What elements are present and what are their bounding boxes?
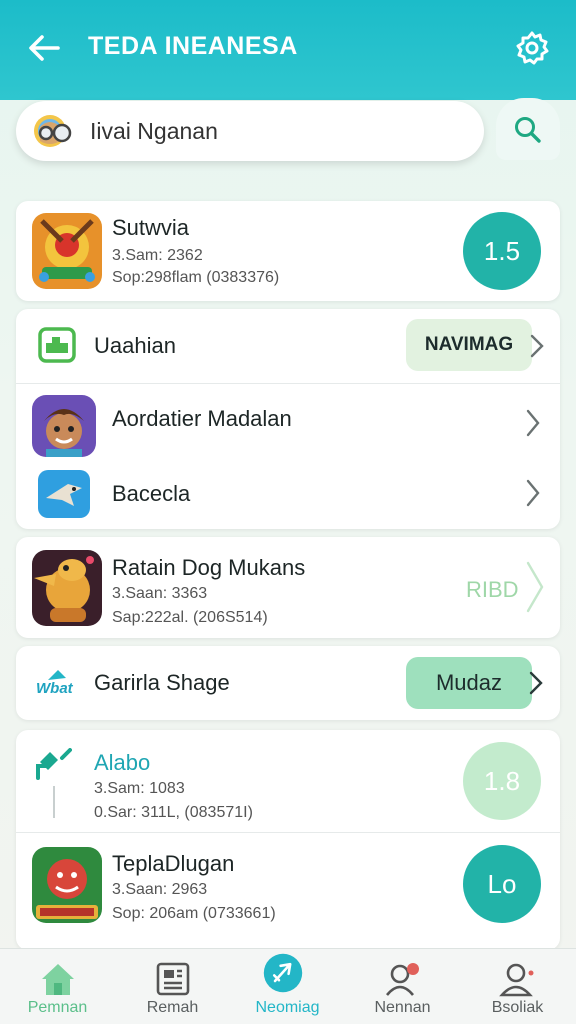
nav-label: Nennan — [374, 999, 431, 1016]
app-name: TeplaDlugan — [112, 851, 235, 876]
app-name: Uaahian — [94, 333, 176, 358]
gear-icon — [516, 31, 549, 65]
bottom-navigation: Pemnan Remah Neomiag Nennan Bsoliak — [0, 948, 576, 1024]
nav-label: Remah — [146, 999, 199, 1016]
rating-circle-button[interactable]: 1.8 — [463, 742, 541, 820]
edit-icon — [36, 748, 72, 824]
rating-circle-button[interactable]: 1.5 — [463, 212, 541, 290]
app-card: Alabo 3.Sam: 1083 0.Sar: 311L, (083571I)… — [16, 730, 560, 950]
app-meta-secondary: 0.Sar: 311L, (083571I) — [94, 804, 253, 821]
rating-circle-button[interactable]: Lo — [463, 845, 541, 923]
app-card: Sutwvia 3.Sam: 2362 Sop:298flam (0383376… — [16, 201, 560, 301]
app-name: Bacecla — [112, 481, 191, 506]
game-icon — [32, 213, 102, 289]
app-meta-primary: 3.Saan: 2963 — [112, 881, 208, 898]
chevron-right-icon — [526, 409, 540, 437]
app-name: Aordatier Madalan — [112, 406, 292, 431]
nav-label: Neomiag — [255, 999, 320, 1016]
search-icon — [515, 117, 541, 143]
nav-label: Bsoliak — [491, 999, 544, 1016]
adventurer-icon — [32, 395, 96, 457]
people-icon — [385, 963, 419, 996]
list-item[interactable]: TeplaDlugan 3.Saan: 2963 Sop: 206am (073… — [16, 833, 560, 943]
settings-button[interactable] — [512, 28, 552, 68]
chevron-right-icon — [530, 334, 544, 358]
nav-tab-home[interactable]: Pemnan — [0, 949, 115, 1024]
page-title: TEDA INEANESA — [88, 32, 298, 60]
news-icon — [156, 962, 190, 996]
chevron-right-icon — [526, 561, 544, 613]
app-card: Uaahian NAVIMAG Aordatier Madalan Bacecl… — [16, 309, 560, 529]
search-button[interactable] — [496, 98, 560, 160]
brand-logo-text: Wbat — [36, 680, 73, 697]
navimag-button[interactable]: NAVIMAG — [406, 319, 532, 371]
mudaz-button[interactable]: Mudaz — [406, 657, 532, 709]
arrow-left-icon — [29, 35, 60, 61]
list-item[interactable]: Sutwvia 3.Sam: 2362 Sop:298flam (0383376… — [16, 201, 560, 301]
app-meta-secondary: Sop: 206am (0733661) — [112, 905, 276, 922]
profile-icon — [499, 963, 534, 997]
chevron-right-icon — [529, 671, 543, 695]
nav-tab-news[interactable]: Remah — [115, 949, 230, 1024]
app-meta-secondary: Sop:298flam (0383376) — [112, 269, 280, 286]
list-item[interactable]: Aordatier Madalan — [16, 384, 560, 457]
nav-tab-profile[interactable]: Bsoliak — [460, 949, 575, 1024]
app-meta-primary: 3.Sam: 1083 — [94, 780, 185, 797]
search-avatar-icon — [32, 111, 74, 151]
list-item[interactable]: Wbat Garirla Shage Mudaz — [16, 646, 560, 720]
home-icon — [42, 964, 74, 995]
nav-tab-rocket[interactable]: Neomiag — [230, 949, 345, 1024]
app-meta-primary: 3.Saan: 3363 — [112, 585, 208, 602]
chevron-right-icon — [526, 479, 540, 507]
app-name: Ratain Dog Mukans — [112, 555, 306, 580]
app-name: Alabo — [94, 750, 151, 775]
list-item[interactable]: Bacecla — [16, 456, 560, 529]
rocket-icon — [263, 953, 303, 993]
app-meta-secondary: Sap:222al. (206S514) — [112, 609, 268, 626]
back-button[interactable] — [24, 28, 64, 68]
app-name: Garirla Shage — [94, 670, 230, 695]
app-meta-primary: 3.Sam: 2362 — [112, 247, 203, 264]
brand-logo: Wbat — [34, 668, 82, 700]
list-item[interactable]: Alabo 3.Sam: 1083 0.Sar: 311L, (083571I)… — [16, 730, 560, 832]
list-item[interactable]: Uaahian NAVIMAG — [16, 309, 560, 383]
warrior-game-icon — [32, 847, 102, 923]
shop-icon — [38, 327, 76, 363]
app-header: TEDA INEANESA — [0, 0, 576, 100]
status-label[interactable]: RIBD — [466, 577, 519, 603]
app-card: Wbat Garirla Shage Mudaz — [16, 646, 560, 720]
nav-tab-people[interactable]: Nennan — [345, 949, 460, 1024]
list-item[interactable]: Ratain Dog Mukans 3.Saan: 3363 Sap:222al… — [16, 537, 560, 638]
app-name: Sutwvia — [112, 215, 190, 240]
search-bar — [16, 101, 484, 161]
search-input[interactable] — [90, 115, 470, 147]
nav-label: Pemnan — [27, 999, 88, 1016]
dog-game-icon — [32, 550, 102, 626]
bird-app-icon — [38, 470, 90, 518]
app-card: Ratain Dog Mukans 3.Saan: 3363 Sap:222al… — [16, 537, 560, 638]
